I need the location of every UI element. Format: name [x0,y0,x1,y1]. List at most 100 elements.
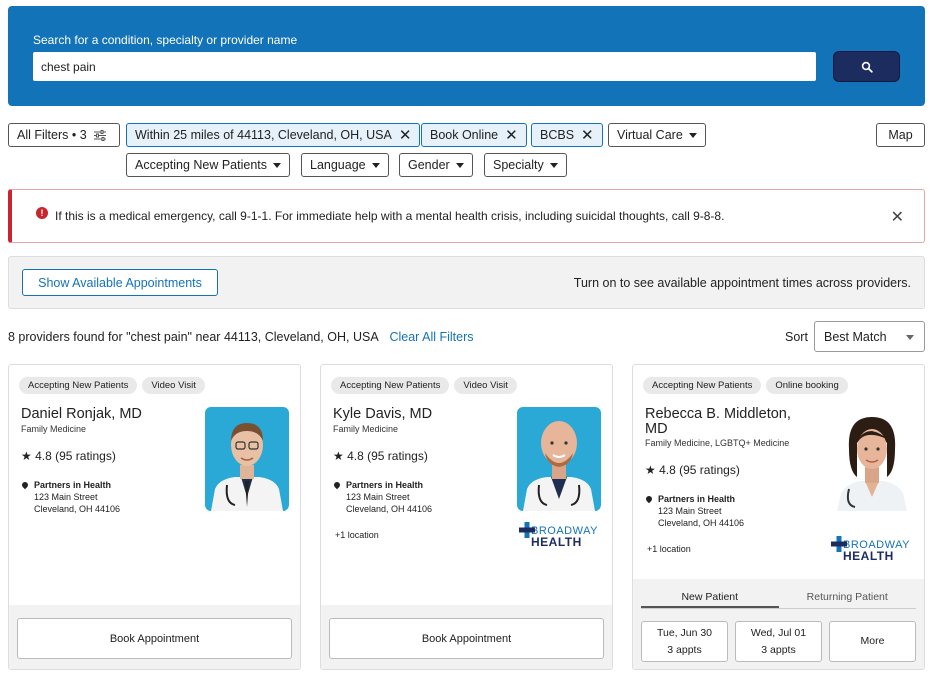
sort-select[interactable]: Best Match [814,321,925,352]
search-label: Search for a condition, specialty or pro… [33,33,298,47]
dropdown-specialty[interactable]: Specialty [484,153,567,177]
caret-down-icon [273,162,282,168]
caret-down-icon [371,162,380,168]
card-footer: Book Appointment [9,605,300,669]
tag-badge: Accepting New Patients [19,377,138,394]
provider-name[interactable]: Rebecca B. Middleton, MD [645,407,815,437]
dropdown-label: Gender [408,158,450,172]
location-street: 123 Main Street [346,492,410,502]
rating-text: 4.8 (95 ratings) [35,449,116,463]
search-button[interactable] [833,51,900,82]
star-icon: ★ [645,463,656,477]
slot-count: 3 appts [667,643,702,656]
dropdown-language[interactable]: Language [301,153,389,177]
provider-rating: ★ 4.8 (95 ratings) [333,449,428,463]
card-footer: New Patient Returning Patient Tue, Jun 3… [633,579,924,669]
search-banner: Search for a condition, specialty or pro… [8,6,925,106]
tag-list: Accepting New Patients Video Visit [19,377,205,394]
provider-card: Accepting New Patients Video Visit Danie… [8,364,301,670]
results-count: 8 providers found for "chest pain" near … [8,330,378,344]
dropdown-accepting-new-patients[interactable]: Accepting New Patients [126,153,291,177]
broadway-health-logo: BROADWAY HEALTH [831,536,910,562]
dropdown-label: Specialty [493,158,544,172]
more-locations-link[interactable]: +1 location [335,530,379,540]
provider-rating: ★ 4.8 (95 ratings) [21,449,116,463]
close-icon[interactable]: ✕ [891,207,904,227]
sort-value: Best Match [824,329,887,344]
map-pin-icon [20,480,30,490]
all-filters-button[interactable]: All Filters • 3 [8,123,120,147]
star-icon: ★ [21,449,32,463]
tag-list: Accepting New Patients Online booking [643,377,848,394]
broadway-health-logo: BROADWAY HEALTH [519,522,598,549]
tab-new-patient[interactable]: New Patient [641,589,779,608]
search-input[interactable] [33,52,816,81]
cross-icon [519,522,535,538]
tag-list: Accepting New Patients Video Visit [331,377,517,394]
tab-returning-patient[interactable]: Returning Patient [779,589,917,608]
filter-chip-label: Within 25 miles of 44113, Cleveland, OH,… [135,128,392,142]
book-appointment-button[interactable]: Book Appointment [17,618,292,659]
rating-text: 4.8 (95 ratings) [347,449,428,463]
patient-tabs: New Patient Returning Patient [641,589,916,609]
location-city: Cleveland, OH 44106 [346,504,433,514]
more-label: More [860,635,885,647]
cross-icon [831,536,847,552]
filter-chip-bcbs[interactable]: BCBS ✕ [531,123,603,147]
dropdown-label: Virtual Care [617,128,683,142]
provider-rating: ★ 4.8 (95 ratings) [645,463,740,477]
dropdown-virtual-care[interactable]: Virtual Care [608,123,706,147]
map-button[interactable]: Map [876,123,925,147]
star-icon: ★ [333,449,344,463]
close-icon[interactable]: ✕ [505,128,518,143]
search-icon [861,61,873,73]
logo-text-bottom: HEALTH [531,535,582,549]
alert-icon: ! [36,207,48,219]
location-org: Partners in Health [658,494,736,504]
location-city: Cleveland, OH 44106 [658,518,745,528]
appointment-slot[interactable]: Wed, Jul 01 3 appts [735,621,822,662]
appointment-slot[interactable]: Tue, Jun 30 3 appts [641,621,728,662]
caret-down-icon [906,335,914,340]
close-icon[interactable]: ✕ [399,128,412,143]
map-label: Map [888,128,913,142]
card-footer: Book Appointment [321,605,612,669]
more-slots-button[interactable]: More [829,621,916,662]
filter-chip-distance[interactable]: Within 25 miles of 44113, Cleveland, OH,… [126,123,421,147]
rating-text: 4.8 (95 ratings) [659,463,740,477]
show-appointments-button[interactable]: Show Available Appointments [22,269,218,296]
results-summary: 8 providers found for "chest pain" near … [8,330,474,344]
filter-chip-label: Book Online [430,128,499,142]
location-street: 123 Main Street [34,492,98,502]
emergency-alert: ! If this is a medical emergency, call 9… [8,189,925,243]
tag-badge: Online booking [766,377,848,394]
more-locations-link[interactable]: +1 location [647,544,691,554]
filter-chip-book-online[interactable]: Book Online ✕ [421,123,527,147]
provider-location: Partners in Health 123 Main Street Cleve… [644,493,745,529]
provider-name[interactable]: Daniel Ronjak, MD [21,407,142,422]
close-icon[interactable]: ✕ [581,128,594,143]
clear-filters-link[interactable]: Clear All Filters [389,330,473,344]
appointments-hint: Turn on to see available appointment tim… [573,276,911,290]
dropdown-label: Language [310,158,366,172]
location-org: Partners in Health [34,480,112,490]
provider-location: Partners in Health 123 Main Street Cleve… [20,479,121,515]
provider-name[interactable]: Kyle Davis, MD [333,407,432,422]
provider-card: Accepting New Patients Video Visit Kyle … [320,364,613,670]
all-filters-label: All Filters • 3 [17,128,87,142]
slot-day: Wed, Jul 01 [750,626,807,639]
location-city: Cleveland, OH 44106 [34,504,121,514]
appointments-bar: Show Available Appointments Turn on to s… [8,256,925,309]
filter-chip-label: BCBS [540,128,575,142]
caret-down-icon [549,162,558,168]
tag-badge: Video Visit [142,377,205,394]
tag-badge: Video Visit [454,377,517,394]
provider-specialty: Family Medicine [21,424,87,434]
provider-specialty: Family Medicine, LGBTQ+ Medicine [645,438,790,448]
dropdown-label: Accepting New Patients [135,158,268,172]
sliders-icon [93,129,106,141]
alert-text: If this is a medical emergency, call 9-1… [55,209,725,223]
dropdown-gender[interactable]: Gender [399,153,473,177]
book-appointment-button[interactable]: Book Appointment [329,618,604,659]
location-street: 123 Main Street [658,506,722,516]
